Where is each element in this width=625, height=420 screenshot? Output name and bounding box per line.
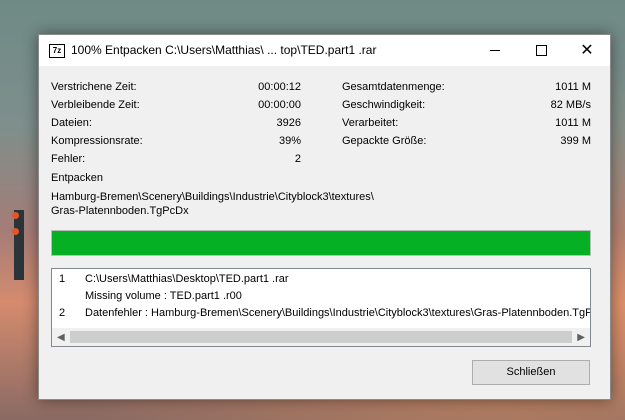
progress-bar — [51, 230, 591, 256]
elapsed-time-value: 00:00:12 — [258, 81, 301, 93]
log-row-text: C:\Users\Matthias\Desktop\TED.part1 .rar — [85, 273, 289, 285]
background-signal-pole — [14, 210, 24, 280]
log-row-text: Missing volume : TED.part1 .r00 — [85, 290, 242, 302]
packed-size-label: Gepackte Größe: — [342, 135, 427, 147]
scroll-left-icon[interactable]: ◀ — [57, 332, 65, 343]
close-window-button[interactable]: ✕ — [564, 35, 610, 66]
scrollbar-thumb[interactable] — [70, 331, 572, 343]
files-label: Dateien: — [51, 117, 92, 129]
log-row-number: 2 — [59, 307, 66, 319]
total-size-value: 1011 M — [555, 81, 591, 93]
errors-label: Fehler: — [51, 153, 86, 165]
minimize-button[interactable] — [472, 35, 518, 66]
background-signal-light — [12, 228, 19, 235]
background-signal-light — [12, 212, 19, 219]
close-dialog-button[interactable]: Schließen — [472, 360, 590, 385]
compression-ratio-value: 39% — [278, 135, 301, 147]
packed-size-value: 399 M — [560, 135, 591, 147]
compression-ratio-label: Kompressionsrate: — [51, 135, 143, 147]
horizontal-scrollbar[interactable]: ◀ ▶ — [52, 328, 590, 346]
title-bar[interactable]: 7z 100% Entpacken C:\Users\Matthias\ ...… — [39, 35, 610, 66]
error-log-list[interactable]: 1 C:\Users\Matthias\Desktop\TED.part1 .r… — [51, 268, 591, 347]
window-title: 100% Entpacken C:\Users\Matthias\ ... to… — [71, 43, 377, 57]
errors-value: 2 — [294, 153, 301, 165]
log-row-text: Datenfehler : Hamburg-Bremen\Scenery\Bui… — [85, 307, 591, 319]
elapsed-time-label: Verstrichene Zeit: — [51, 81, 137, 93]
remaining-time-label: Verbleibende Zeit: — [51, 99, 140, 111]
files-value: 3926 — [276, 117, 301, 129]
close-icon: ✕ — [580, 42, 594, 59]
current-file-path: Hamburg-Bremen\Scenery\Buildings\Industr… — [51, 191, 374, 203]
maximize-icon — [536, 45, 547, 56]
log-row-number: 1 — [59, 273, 66, 285]
operation-label: Entpacken — [51, 172, 103, 184]
total-size-label: Gesamtdatenmenge: — [342, 81, 445, 93]
extract-dialog: 7z 100% Entpacken C:\Users\Matthias\ ...… — [38, 34, 611, 400]
maximize-button[interactable] — [518, 35, 564, 66]
remaining-time-value: 00:00:00 — [258, 99, 301, 111]
current-file-name: Gras-Platennboden.TgPcDx — [51, 205, 189, 217]
processed-value: 1011 M — [555, 117, 591, 129]
processed-label: Verarbeitet: — [342, 117, 399, 129]
scroll-right-icon[interactable]: ▶ — [577, 332, 585, 343]
minimize-icon — [490, 50, 500, 51]
7zip-app-icon: 7z — [49, 44, 65, 58]
speed-label: Geschwindigkeit: — [342, 99, 426, 111]
speed-value: 82 MB/s — [550, 99, 591, 111]
progress-bar-fill — [52, 231, 590, 255]
